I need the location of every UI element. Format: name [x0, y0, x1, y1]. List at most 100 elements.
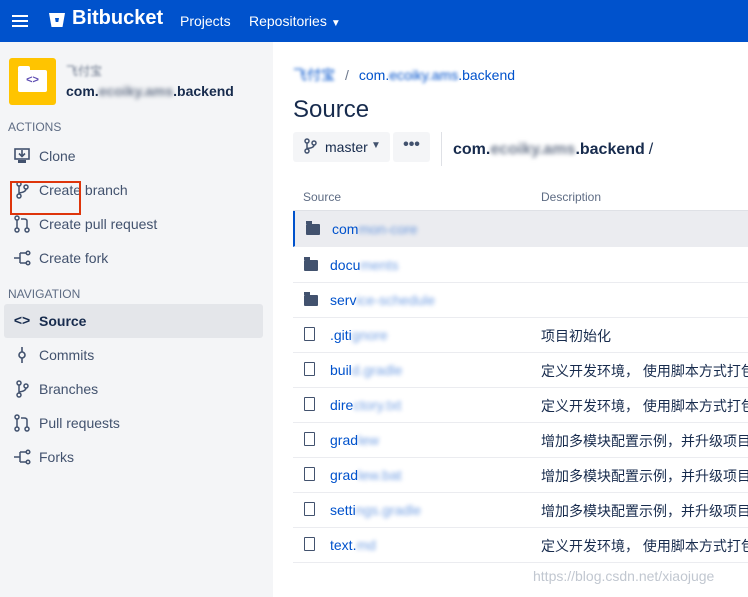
breadcrumb: 飞付宝 / com.ecoiky.ams.backend	[293, 65, 515, 85]
file-icon	[304, 397, 315, 411]
breadcrumb-project[interactable]: 飞付宝	[293, 67, 335, 83]
project-name[interactable]: 飞付宝	[66, 62, 102, 79]
table-row[interactable]: gradlew 增加多模块配置示例，并升级项目	[293, 422, 748, 458]
file-name-prefix: com	[332, 221, 359, 237]
commit-description: 增加多模块配置示例，并升级项目	[541, 433, 748, 449]
table-row[interactable]: settings.gradle 增加多模块配置示例，并升级项目	[293, 492, 748, 528]
chevron-down-icon: ▼	[371, 140, 381, 151]
nav-pull-requests-label: Pull requests	[39, 415, 120, 431]
fork-icon	[14, 250, 31, 266]
path-redacted: ecoiky.ams	[490, 141, 576, 158]
action-clone[interactable]: Clone	[4, 139, 263, 173]
brand-name[interactable]: Bitbucket	[72, 7, 163, 30]
nav-forks-label: Forks	[39, 449, 74, 465]
bitbucket-logo-icon[interactable]	[47, 10, 67, 30]
breadcrumb-separator: /	[345, 67, 349, 83]
repo-name-suffix: .backend	[173, 83, 234, 99]
table-row[interactable]: build.gradle 定义开发环境， 使用脚本方式打包	[293, 352, 748, 388]
file-name-prefix: .giti	[330, 327, 352, 343]
file-link[interactable]: service-schedule	[330, 292, 435, 308]
nav-repositories-label: Repositories	[249, 13, 327, 29]
nav-source[interactable]: <> Source	[4, 304, 263, 338]
commit-description: 定义开发环境， 使用脚本方式打包	[541, 538, 748, 554]
repository-avatar[interactable]: <>	[9, 58, 56, 105]
file-link[interactable]: directory.txt	[330, 397, 401, 413]
file-link[interactable]: settings.gradle	[330, 502, 421, 518]
nav-projects[interactable]: Projects	[180, 13, 231, 29]
commit-description: 定义开发环境， 使用脚本方式打包	[541, 398, 748, 414]
file-name-prefix: dire	[330, 397, 354, 413]
file-name-prefix: text.	[330, 537, 357, 553]
commit-description: 项目初始化	[541, 328, 611, 344]
commit-description: 增加多模块配置示例，并升级项目	[541, 503, 748, 519]
file-icon	[304, 467, 315, 481]
table-row[interactable]: service-schedule	[293, 282, 748, 318]
navigation-heading: NAVIGATION	[8, 287, 81, 301]
nav-commits-label: Commits	[39, 347, 95, 363]
repo-name-redacted: ecoiky.ams	[98, 83, 174, 99]
file-name-redacted: lew.bat	[358, 467, 402, 483]
breadcrumb-repo[interactable]: com.ecoiky.ams.backend	[359, 67, 515, 83]
file-link[interactable]: text.md	[330, 537, 376, 553]
file-name-redacted: d.gradle	[351, 362, 403, 378]
file-link[interactable]: common-core	[332, 221, 418, 237]
main-content: 飞付宝 / com.ecoiky.ams.backend Source master…	[273, 42, 748, 597]
action-clone-label: Clone	[39, 148, 76, 164]
file-icon	[304, 362, 315, 376]
folder-icon: <>	[18, 66, 47, 92]
sidebar: <> 飞付宝 com.ecoiky.ams.backend ACTIONS Cl…	[0, 42, 273, 597]
page-title: Source	[293, 96, 370, 123]
file-icon	[304, 327, 315, 341]
column-header-description[interactable]: Description	[541, 190, 601, 204]
file-link[interactable]: documents	[330, 257, 398, 273]
current-path: com.ecoiky.ams.backend /	[453, 141, 653, 159]
table-row[interactable]: common-core	[293, 211, 748, 247]
path-slash: /	[648, 141, 654, 158]
nav-branches[interactable]: Branches	[4, 372, 263, 406]
commit-description: 增加多模块配置示例，并升级项目	[541, 468, 748, 484]
folder-icon	[304, 257, 318, 271]
nav-repositories[interactable]: Repositories ▼	[249, 13, 341, 29]
file-link[interactable]: .gitignore	[330, 327, 388, 343]
more-actions-button[interactable]: •••	[393, 132, 430, 162]
table-row[interactable]: documents	[293, 247, 748, 283]
nav-pull-requests[interactable]: Pull requests	[4, 406, 263, 440]
watermark: https://blog.csdn.net/xiaojuge	[533, 568, 715, 584]
file-name-redacted: gnore	[351, 327, 388, 343]
path-prefix: com.	[453, 141, 491, 158]
file-name-redacted: ctory.txt	[353, 397, 402, 413]
file-link[interactable]: gradlew	[330, 432, 379, 448]
table-row[interactable]: text.md 定义开发环境， 使用脚本方式打包	[293, 527, 748, 563]
column-header-source[interactable]: Source	[303, 190, 341, 204]
file-name-prefix: grad	[330, 432, 359, 448]
repository-name[interactable]: com.ecoiky.ams.backend	[66, 83, 234, 99]
clone-icon	[14, 148, 30, 163]
file-link[interactable]: gradlew.bat	[330, 467, 402, 483]
commit-description: 定义开发环境， 使用脚本方式打包	[541, 363, 748, 379]
file-link[interactable]: build.gradle	[330, 362, 402, 378]
code-icon: <>	[26, 74, 39, 86]
branch-selector[interactable]: master ▼	[293, 132, 390, 162]
branch-icon	[16, 380, 29, 398]
repo-name-prefix: com.	[66, 83, 99, 99]
table-row[interactable]: .gitignore 项目初始化	[293, 317, 748, 353]
nav-commits[interactable]: Commits	[4, 338, 263, 372]
nav-branches-label: Branches	[39, 381, 99, 397]
menu-icon[interactable]	[12, 13, 28, 29]
file-name-prefix: grad	[330, 467, 359, 483]
file-name-redacted: ments	[360, 257, 399, 273]
commit-icon	[18, 347, 26, 363]
action-create-fork[interactable]: Create fork	[4, 241, 263, 275]
file-name-prefix: buil	[330, 362, 352, 378]
nav-forks[interactable]: Forks	[4, 440, 263, 474]
file-name-redacted: ice-schedule	[356, 292, 436, 308]
table-row[interactable]: gradlew.bat 增加多模块配置示例，并升级项目	[293, 457, 748, 493]
breadcrumb-repo-redacted: ecoiky.ams	[389, 67, 459, 83]
code-icon: <>	[13, 312, 31, 328]
folder-icon	[306, 221, 320, 235]
file-icon	[304, 432, 315, 446]
nav-source-label: Source	[39, 313, 87, 329]
fork-icon	[14, 449, 31, 465]
table-row[interactable]: directory.txt 定义开发环境， 使用脚本方式打包	[293, 387, 748, 423]
clone-highlight-annotation	[10, 181, 81, 215]
